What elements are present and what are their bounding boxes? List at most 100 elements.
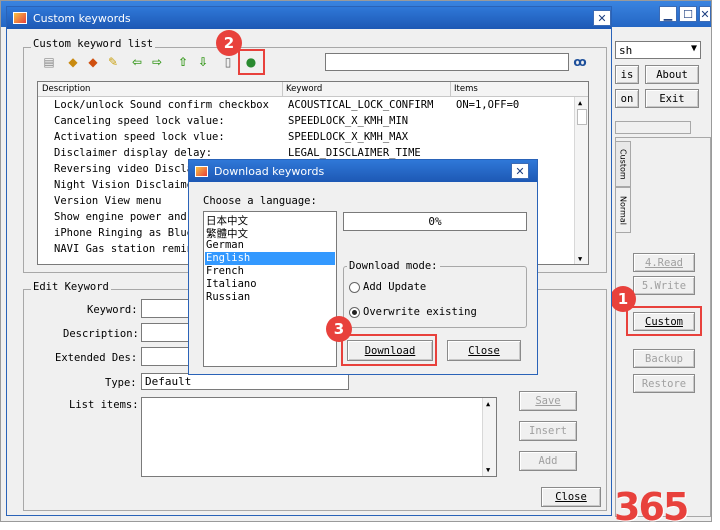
header-items[interactable]: Items — [454, 84, 478, 94]
table-row[interactable]: Activation speed lock vlue: SPEEDLOCK_X_K… — [38, 131, 574, 147]
list-item[interactable]: French — [206, 265, 334, 278]
row-description: Lock/unlock Sound confirm checkbox — [54, 99, 269, 111]
scroll-up-icon[interactable]: ▲ — [578, 99, 582, 107]
list-scroll-down-icon[interactable]: ▼ — [486, 466, 490, 474]
list-item[interactable]: Italiano — [206, 278, 334, 291]
arrow-right-icon[interactable]: ⇨ — [149, 54, 165, 70]
restore-button[interactable]: Restore — [633, 374, 695, 393]
progress-text: 0% — [428, 215, 442, 228]
backup-button[interactable]: Backup — [633, 349, 695, 368]
header-keyword[interactable]: Keyword — [286, 84, 322, 94]
callout-1-badge: 1 — [610, 286, 636, 312]
list-scroll-up-icon[interactable]: ▲ — [486, 400, 490, 408]
arrow-up-icon[interactable]: ⇧ — [175, 54, 191, 70]
row-keyword: ACOUSTICAL_LOCK_CONFIRM — [288, 99, 434, 111]
type-label: Type: — [105, 377, 137, 389]
row-description: iPhone Ringing as Blue — [54, 227, 194, 239]
overwrite-existing-radio[interactable] — [349, 307, 360, 318]
row-description: Activation speed lock vlue: — [54, 131, 225, 143]
list-items-textarea[interactable]: ▲ ▼ — [141, 397, 497, 477]
list-item[interactable]: German — [206, 239, 334, 252]
row-keyword: SPEEDLOCK_X_KMH_MIN — [288, 115, 409, 127]
tab-normal-label: Normal — [618, 195, 628, 225]
row-description: Disclaimer display delay: — [54, 147, 213, 159]
scroll-down-icon[interactable]: ▼ — [578, 255, 582, 263]
edit-keyword-icon[interactable]: ✎ — [105, 54, 121, 70]
add-button[interactable]: Add — [519, 451, 577, 471]
document-icon[interactable]: ▯ — [221, 54, 235, 70]
download-dialog-app-icon — [195, 165, 208, 177]
download-mode-label: Download mode: — [347, 260, 440, 272]
right-group-frame — [615, 121, 691, 134]
exit-button[interactable]: Exit — [645, 89, 699, 108]
row-description: Night Vision Disclaime — [54, 179, 194, 191]
extended-description-label: Extended Des: — [55, 352, 138, 364]
callout-3-highlight — [341, 334, 437, 366]
list-item[interactable]: Russian — [206, 291, 334, 304]
type-select-value: Default — [145, 375, 192, 388]
list-item-selected[interactable]: English — [205, 252, 335, 265]
language-select[interactable]: sh ▼ — [615, 41, 701, 59]
write-button[interactable]: 5.Write — [633, 276, 695, 295]
radio-selected-dot — [352, 310, 357, 315]
add-keyword-icon[interactable]: ◆ — [65, 54, 81, 70]
on-button[interactable]: on — [615, 89, 639, 108]
download-mode-group — [343, 266, 527, 328]
add-update-label: Add Update — [363, 281, 427, 293]
list-item[interactable]: 日本中文 — [206, 213, 334, 227]
is-button[interactable]: is — [615, 65, 639, 84]
tab-custom-label: Custom — [618, 148, 628, 180]
chevron-down-icon: ▼ — [690, 43, 697, 54]
about-button[interactable]: About — [645, 65, 699, 84]
table-row[interactable]: Canceling speed lock value: SPEEDLOCK_X_K… — [38, 115, 574, 131]
minimize-icon[interactable]: ▁ — [659, 6, 677, 22]
keyword-label: Keyword: — [87, 304, 138, 316]
list-items-scrollbar[interactable]: ▲ ▼ — [482, 398, 496, 476]
main-close-icon[interactable]: ✕ — [699, 6, 711, 22]
callout-2-highlight — [238, 49, 265, 75]
keyword-search-input[interactable] — [325, 53, 569, 71]
dialog-close-button[interactable]: Close — [447, 340, 521, 361]
insert-button[interactable]: Insert — [519, 421, 577, 441]
type-select[interactable]: Default — [141, 373, 349, 390]
binoculars-icon[interactable]: ꝏ — [571, 53, 589, 71]
custom-keywords-title: Custom keywords — [33, 11, 131, 25]
download-dialog-close-icon[interactable]: ✕ — [511, 163, 529, 179]
download-progress-bar: 0% — [343, 212, 527, 231]
list-item[interactable]: 繁體中文 — [206, 226, 334, 240]
save-disk-icon[interactable]: ▤ — [41, 54, 57, 70]
tab-custom[interactable]: Custom — [615, 141, 631, 187]
row-description: NAVI Gas station remin — [54, 243, 194, 255]
arrow-left-icon[interactable]: ⇦ — [129, 54, 145, 70]
header-description[interactable]: Description — [42, 84, 90, 94]
download-keywords-dialog: Download keywords ✕ Choose a language: 日… — [188, 159, 538, 375]
app-icon — [13, 12, 27, 24]
tab-normal[interactable]: Normal — [615, 187, 631, 233]
header-divider-2 — [450, 82, 451, 97]
download-dialog-titlebar: Download keywords — [189, 160, 537, 182]
maximize-icon[interactable]: ☐ — [679, 6, 697, 22]
download-dialog-title: Download keywords — [214, 164, 325, 178]
row-description: Version View menu — [54, 195, 162, 207]
overwrite-existing-label: Overwrite existing — [363, 306, 477, 318]
custom-keywords-close-icon[interactable]: ✕ — [593, 10, 611, 26]
add-update-radio[interactable] — [349, 282, 360, 293]
save-button[interactable]: Save — [519, 391, 577, 411]
row-keyword: LEGAL_DISCLAIMER_TIME — [288, 147, 421, 159]
delete-keyword-icon[interactable]: ◆ — [85, 54, 101, 70]
table-header: Description Keyword Items — [38, 82, 588, 97]
row-description: Reversing video Discla — [54, 163, 194, 175]
arrow-down-icon[interactable]: ⇩ — [195, 54, 211, 70]
list-items-label: List items: — [69, 399, 139, 411]
callout-1-highlight — [626, 306, 702, 336]
scroll-thumb[interactable] — [577, 109, 587, 125]
language-list[interactable]: 日本中文 繁體中文 German English French Italiano… — [203, 211, 337, 367]
language-select-value: sh — [619, 43, 633, 57]
close-button[interactable]: Close — [541, 487, 601, 507]
table-row[interactable]: Lock/unlock Sound confirm checkbox ACOUST… — [38, 99, 574, 115]
read-button[interactable]: 4.Read — [633, 253, 695, 272]
callout-2-badge: 2 — [216, 30, 242, 56]
table-scrollbar[interactable]: ▲ ▼ — [574, 97, 588, 264]
description-label: Description: — [63, 328, 139, 340]
keyword-list-group-label: Custom keyword list — [31, 38, 156, 50]
